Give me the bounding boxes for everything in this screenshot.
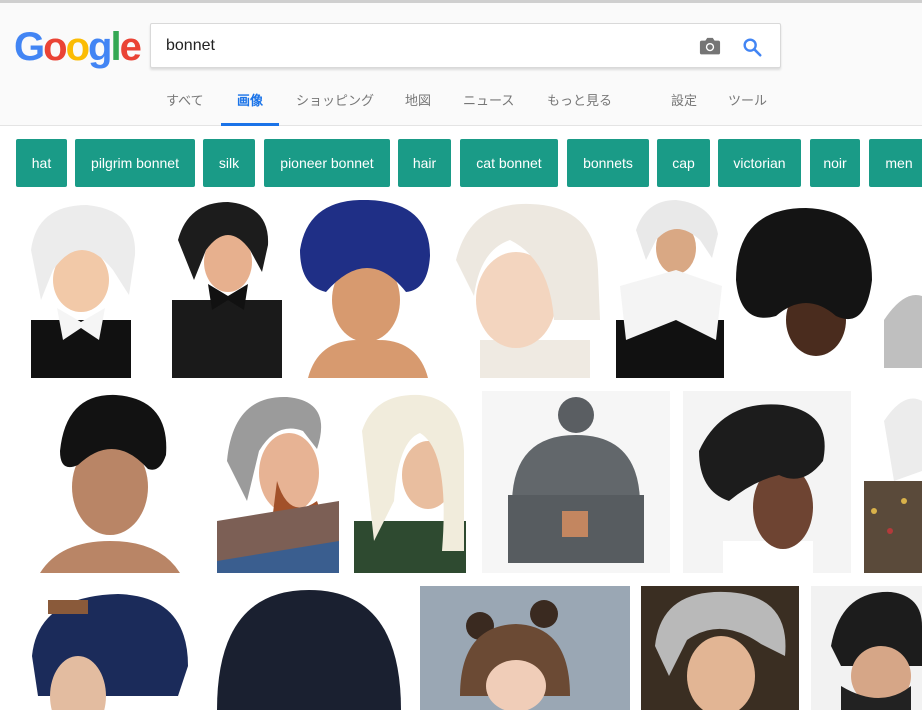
google-logo[interactable]: Google [14,25,142,70]
image-result[interactable] [864,391,922,573]
search-header: Google すべて 画像 ショッピング 地図 ニュース もっと見る 設定 ツー… [0,3,922,126]
chip-silk[interactable]: silk [203,139,255,187]
logo-letter: o [43,25,67,69]
tab-shopping[interactable]: ショッピング [296,90,374,126]
image-result[interactable] [217,391,339,573]
chip-pilgrim-bonnet[interactable]: pilgrim bonnet [75,139,195,187]
chip-men[interactable]: men [869,139,922,187]
image-result[interactable] [420,586,630,710]
logo-letter: o [65,25,90,69]
tab-all[interactable]: すべて [166,90,204,126]
image-result[interactable] [616,200,724,378]
image-result[interactable] [298,200,432,378]
chip-cap[interactable]: cap [657,139,710,187]
tab-settings[interactable]: 設定 [671,90,697,126]
chip-noir[interactable]: noir [810,139,860,187]
logo-letter: G [14,25,45,69]
image-result[interactable] [641,586,799,710]
image-result[interactable] [17,200,145,378]
image-result[interactable] [158,200,284,378]
image-result[interactable] [884,200,922,378]
logo-letter: e [119,25,142,69]
tab-maps[interactable]: 地図 [405,90,431,126]
image-result[interactable] [683,391,851,573]
chip-hair[interactable]: hair [398,139,451,187]
image-result[interactable] [482,391,670,573]
image-result[interactable] [20,391,200,573]
search-icon[interactable] [741,36,763,58]
image-result[interactable] [354,391,466,573]
chip-cat-bonnet[interactable]: cat bonnet [460,139,558,187]
image-result[interactable] [736,200,872,378]
tab-more[interactable]: もっと見る [547,90,612,126]
search-box [150,23,781,68]
chip-hat[interactable]: hat [16,139,67,187]
tab-tools[interactable]: ツール [728,90,767,126]
chip-victorian[interactable]: victorian [718,139,801,187]
image-results-grid [0,190,922,710]
search-input[interactable] [166,34,686,58]
tab-images[interactable]: 画像 [220,90,280,126]
chip-bonnets[interactable]: bonnets [567,139,649,187]
logo-letter: l [110,25,121,69]
image-result[interactable] [213,586,405,710]
tab-news[interactable]: ニュース [463,90,514,126]
logo-letter: g [88,25,112,69]
related-searches-bar: hat pilgrim bonnet silk pioneer bonnet h… [16,139,922,187]
image-result[interactable] [811,586,922,710]
image-result[interactable] [18,586,200,710]
image-result[interactable] [450,200,600,378]
camera-icon[interactable] [699,37,721,55]
chip-pioneer-bonnet[interactable]: pioneer bonnet [264,139,390,187]
